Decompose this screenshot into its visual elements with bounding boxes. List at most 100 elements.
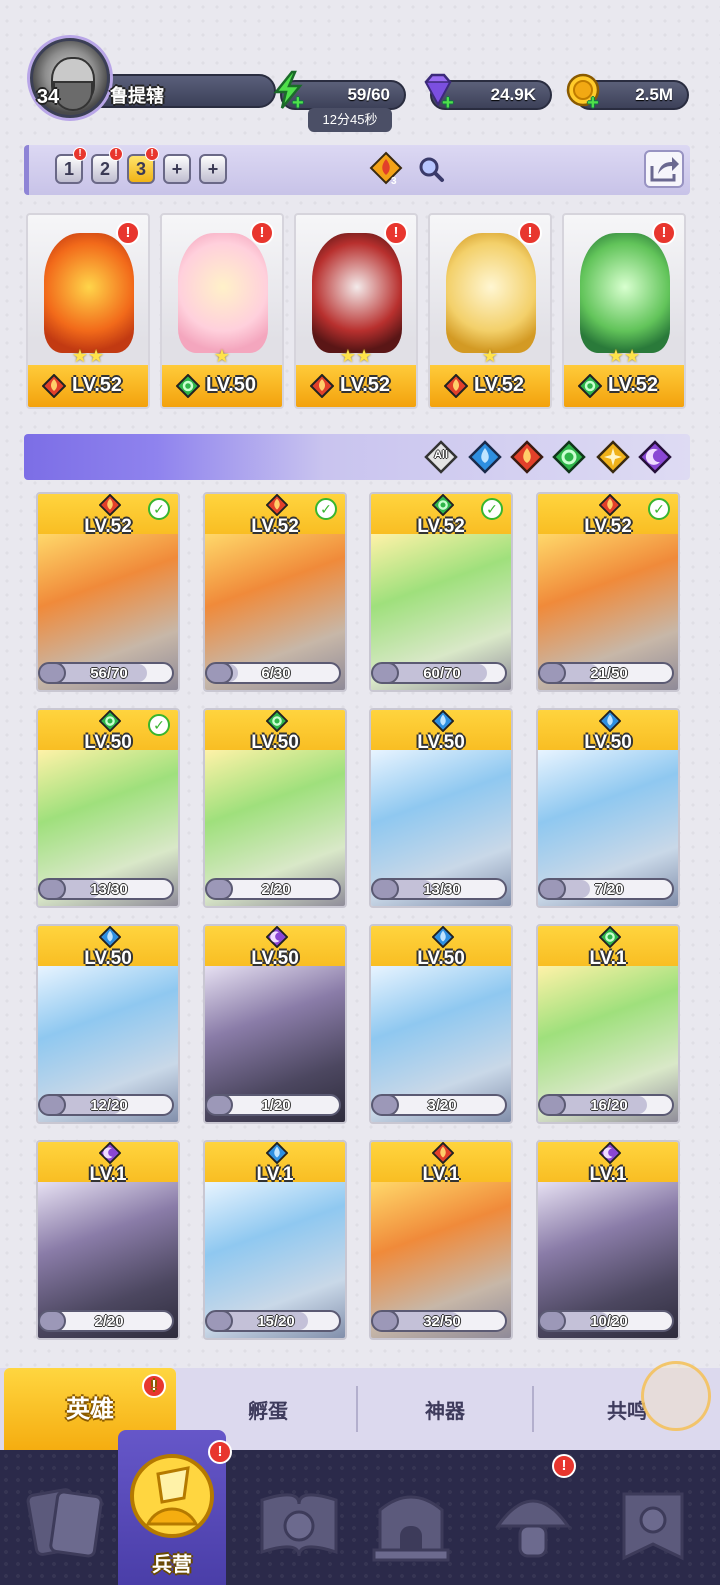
water-element-icon <box>98 926 122 949</box>
team-hero-level: LV.52 <box>608 374 659 396</box>
search-icon[interactable] <box>417 155 445 183</box>
team-hero-card[interactable]: ! ★★ LV.52 <box>562 213 686 409</box>
hero-card[interactable]: LV.50 1/20 <box>203 924 347 1124</box>
fire-element-icon <box>98 494 122 517</box>
filter-wind-button[interactable] <box>552 440 586 474</box>
hero-card[interactable]: ✓ LV.52 6/30 <box>203 492 347 692</box>
tab-heroes-alert: ! <box>142 1374 166 1398</box>
hero-card[interactable]: ✓ LV.52 60/70 <box>369 492 513 692</box>
energy-counter[interactable]: + 59/60 <box>273 70 406 114</box>
filter-all-button[interactable]: All <box>424 440 458 474</box>
fire-badge-icon[interactable]: 3 <box>369 151 403 187</box>
team-hero-card[interactable]: ! ★★ LV.52 <box>294 213 418 409</box>
floating-menu-button[interactable] <box>641 1361 711 1431</box>
hero-level: LV.50 <box>584 732 632 753</box>
energy-plus-icon[interactable]: + <box>292 92 304 115</box>
nav-mushroom[interactable]: ! <box>488 1454 578 1570</box>
nav-cards[interactable] <box>22 1470 112 1570</box>
shard-icon <box>371 1094 399 1116</box>
gem-plus-icon[interactable]: + <box>442 92 454 115</box>
shard-icon <box>205 1094 233 1116</box>
team-hero-card[interactable]: ! ★★ LV.52 <box>26 213 150 409</box>
nav-barracks-label: 兵营 <box>152 1554 192 1576</box>
light-element-icon <box>596 440 630 474</box>
team-slot-3-alert: ! <box>145 147 159 161</box>
team-hero-alert: ! <box>652 221 676 245</box>
nav-banner[interactable] <box>608 1470 698 1570</box>
team-slot-add-2-label: + <box>207 159 219 179</box>
hero-card[interactable]: ✓ LV.52 21/50 <box>536 492 680 692</box>
water-element-icon <box>431 710 455 733</box>
team-hero-alert: ! <box>384 221 408 245</box>
shard-icon <box>371 662 399 684</box>
tab-heroes-label: 英雄 <box>66 1396 114 1423</box>
filter-light-button[interactable] <box>596 440 630 474</box>
hero-level: LV.52 <box>251 516 299 537</box>
dark-element-icon <box>98 1142 122 1165</box>
energy-value: 59/60 <box>347 85 390 104</box>
fire-element-icon <box>265 494 289 517</box>
wind-element-icon <box>431 494 455 517</box>
dark-element-icon <box>638 440 672 474</box>
hero-card[interactable]: LV.50 2/20 <box>203 708 347 908</box>
player-profile[interactable]: 34 鲁提辖 <box>24 38 276 118</box>
gold-plus-icon[interactable]: + <box>587 92 599 115</box>
shard-icon <box>38 662 66 684</box>
tab-hatch-label: 孵蛋 <box>248 1401 288 1423</box>
team-hero-level-bar: LV.50 <box>162 365 282 407</box>
hero-card[interactable]: LV.1 32/50 <box>369 1140 513 1340</box>
hero-level: LV.1 <box>89 1164 127 1185</box>
dark-element-icon <box>265 926 289 949</box>
energy-timer: 12分45秒 <box>308 108 392 132</box>
hero-card[interactable]: LV.1 10/20 <box>536 1140 680 1340</box>
bottom-navigation: ! 兵营 ! <box>0 1430 720 1585</box>
team-hero-card[interactable]: ! ★ LV.52 <box>428 213 552 409</box>
filter-dark-button[interactable] <box>638 440 672 474</box>
nav-castle[interactable] <box>366 1470 456 1570</box>
team-slot-add-2[interactable]: + <box>199 154 227 184</box>
team-hero-level-bar: LV.52 <box>296 365 416 407</box>
shard-icon <box>38 1094 66 1116</box>
sub-tab-bar: 英雄 ! 孵蛋 神器 共鸣 <box>0 1368 720 1450</box>
castle-icon <box>372 1495 450 1562</box>
hero-card[interactable]: LV.1 16/20 <box>536 924 680 1124</box>
tab-artifacts[interactable]: 神器 <box>358 1368 532 1450</box>
gem-counter[interactable]: + 24.9K <box>424 73 552 114</box>
water-element-icon <box>431 926 455 949</box>
tab-artifacts-label: 神器 <box>425 1401 465 1423</box>
hero-card[interactable]: ✓ LV.52 56/70 <box>36 492 180 692</box>
team-hero-card[interactable]: ! ★ LV.50 <box>160 213 284 409</box>
filter-water-button[interactable] <box>468 440 502 474</box>
book-icon <box>260 1493 338 1557</box>
hero-level: LV.50 <box>84 948 132 969</box>
team-slot-2-label: 2 <box>99 159 110 179</box>
team-slot-1[interactable]: 1 ! <box>55 147 87 184</box>
hero-card[interactable]: LV.1 2/20 <box>36 1140 180 1340</box>
hero-card[interactable]: LV.50 7/20 <box>536 708 680 908</box>
hero-card[interactable]: LV.50 13/30 <box>369 708 513 908</box>
nav-book[interactable] <box>254 1470 344 1570</box>
hero-card[interactable]: ✓ LV.50 13/30 <box>36 708 180 908</box>
team-slot-2[interactable]: 2 ! <box>91 147 123 184</box>
nav-barracks[interactable]: ! 兵营 <box>118 1430 232 1585</box>
hero-card[interactable]: LV.1 15/20 <box>203 1140 347 1340</box>
hero-card[interactable]: LV.50 3/20 <box>369 924 513 1124</box>
team-slot-add-1[interactable]: + <box>163 154 191 184</box>
nav-barracks-alert: ! <box>208 1440 232 1464</box>
team-hero-stars: ★ <box>213 346 231 366</box>
team-hero-level-bar: LV.52 <box>564 365 684 407</box>
team-slot-3[interactable]: 3 ! <box>127 147 159 184</box>
player-level: 34 <box>36 86 60 108</box>
element-filter-bar: All <box>24 434 690 480</box>
team-hero-level: LV.52 <box>474 374 525 396</box>
team-hero-level: LV.52 <box>340 374 391 396</box>
hero-card[interactable]: LV.50 12/20 <box>36 924 180 1124</box>
gold-counter[interactable]: + 2.5M <box>566 73 689 114</box>
shard-icon <box>205 1310 233 1332</box>
shard-icon <box>371 1310 399 1332</box>
shard-icon <box>38 878 66 900</box>
team-slot-add-1-label: + <box>171 159 183 179</box>
filter-fire-button[interactable] <box>510 440 544 474</box>
shard-icon <box>538 1310 566 1332</box>
share-button[interactable] <box>644 150 684 188</box>
